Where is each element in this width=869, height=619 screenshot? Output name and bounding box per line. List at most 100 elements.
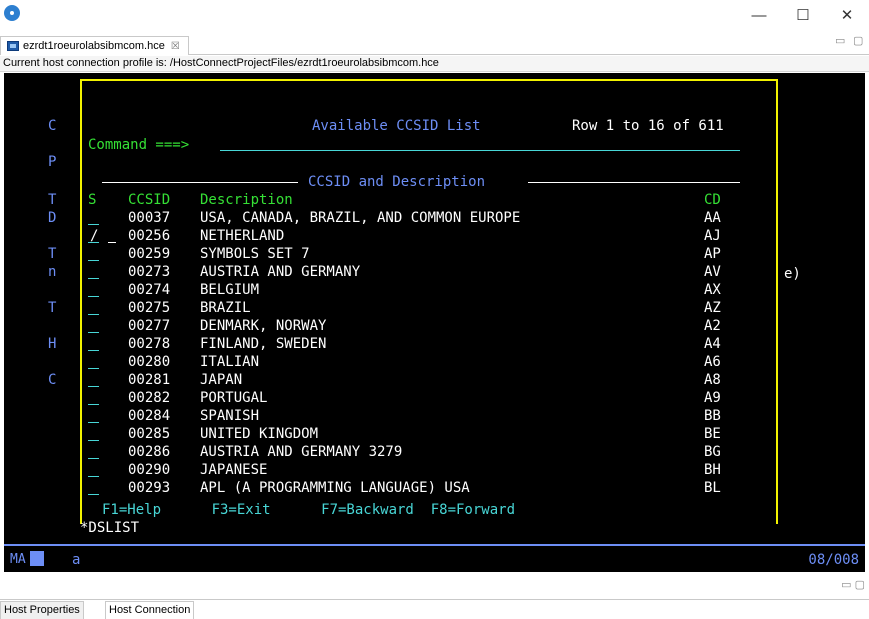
row-description: AUSTRIA AND GERMANY [200, 264, 361, 280]
row-select-field[interactable] [88, 440, 99, 441]
row-ccsid: 00259 [128, 246, 171, 262]
oia-input-indicator: a [72, 552, 81, 568]
row-select-field[interactable] [88, 260, 99, 261]
view-maximize-icon[interactable]: ▢ [853, 34, 863, 47]
minimize-button[interactable]: — [737, 0, 781, 31]
column-header-cd: CD [704, 192, 721, 208]
background-letter: P [48, 154, 57, 170]
row-ccsid: 00256 [128, 228, 171, 244]
terminal-file-icon [7, 41, 19, 51]
popup-frame-right [776, 79, 778, 524]
connection-profile-bar: Current host connection profile is: /Hos… [0, 56, 869, 72]
app-logo-icon [4, 5, 20, 21]
row-description: SPANISH [200, 408, 260, 424]
panel-title: Available CCSID List [312, 118, 481, 134]
row-select-mark: / [90, 228, 99, 244]
row-cd: BB [704, 408, 721, 424]
row-description: UNITED KINGDOM [200, 426, 319, 442]
row-cd: A4 [704, 336, 721, 352]
row-select-field[interactable] [88, 296, 99, 297]
function-keys: F1=Help F3=Exit F7=Backward F8=Forward [102, 502, 516, 518]
row-description: BRAZIL [200, 300, 251, 316]
row-select-field[interactable] [88, 368, 99, 369]
row-ccsid: 00278 [128, 336, 171, 352]
row-description: ITALIAN [200, 354, 260, 370]
row-cd: AZ [704, 300, 721, 316]
background-letter: C [48, 118, 57, 134]
tab-close-icon[interactable]: ☒ [171, 41, 180, 52]
row-select-field[interactable] [88, 332, 99, 333]
host-terminal-screen[interactable]: CPTDTnTHC e) Available CCSID List Row 1 … [4, 73, 865, 572]
row-cd: A9 [704, 390, 721, 406]
popup-frame-top [80, 79, 778, 81]
row-cd: BE [704, 426, 721, 442]
row-select-field[interactable] [88, 350, 99, 351]
row-description: JAPAN [200, 372, 243, 388]
row-description: FINLAND, SWEDEN [200, 336, 327, 352]
row-cd: AX [704, 282, 721, 298]
row-select-field[interactable] [88, 404, 99, 405]
row-description: JAPANESE [200, 462, 268, 478]
row-cd: A8 [704, 372, 721, 388]
row-select-field[interactable] [88, 386, 99, 387]
row-ccsid: 00290 [128, 462, 171, 478]
row-cd: BG [704, 444, 721, 460]
row-select-field[interactable] [88, 314, 99, 315]
window-title-bar: — ☐ ✕ [0, 0, 869, 31]
tab-host-properties[interactable]: Host Properties [0, 601, 84, 619]
background-letter: n [48, 264, 57, 280]
row-description: BELGIUM [200, 282, 260, 298]
terminal-cursor [108, 242, 116, 243]
row-select-field[interactable] [88, 494, 99, 495]
row-cd: BL [704, 480, 721, 496]
close-button[interactable]: ✕ [825, 0, 869, 31]
maximize-button[interactable]: ☐ [781, 0, 825, 31]
row-select-field[interactable] [88, 224, 99, 225]
row-ccsid: 00281 [128, 372, 171, 388]
row-ccsid: 00285 [128, 426, 171, 442]
tab-host-connection[interactable]: Host Connection [105, 601, 195, 619]
row-cd: A6 [704, 354, 721, 370]
section-rule-left [102, 182, 298, 183]
command-label: Command ===> [88, 137, 190, 153]
row-ccsid: 00275 [128, 300, 171, 316]
editor-tab[interactable]: ezrdt1roeurolabsibmcom.hce ☒ [0, 36, 189, 55]
row-ccsid: 00293 [128, 480, 171, 496]
row-cd: A2 [704, 318, 721, 334]
column-header-description: Description [200, 192, 293, 208]
row-info: Row 1 to 16 of 611 [572, 118, 724, 134]
row-ccsid: 00274 [128, 282, 171, 298]
row-description: SYMBOLS SET 7 [200, 246, 310, 262]
row-select-field[interactable] [88, 278, 99, 279]
editor-tab-label: ezrdt1roeurolabsibmcom.hce [23, 40, 165, 52]
dslist-label: *DSLIST [80, 520, 140, 536]
background-letter: C [48, 372, 57, 388]
row-ccsid: 00282 [128, 390, 171, 406]
row-ccsid: 00273 [128, 264, 171, 280]
row-ccsid: 00277 [128, 318, 171, 334]
oia-separator [4, 544, 865, 546]
editor-tab-row: ezrdt1roeurolabsibmcom.hce ☒ ▭ ▢ [0, 31, 869, 55]
row-ccsid: 00037 [128, 210, 171, 226]
command-input[interactable] [220, 150, 740, 151]
row-select-field[interactable] [88, 458, 99, 459]
row-description: APL (A PROGRAMMING LANGUAGE) USA [200, 480, 470, 496]
popup-frame-left [80, 79, 82, 524]
section-rule-right [528, 182, 740, 183]
row-ccsid: 00280 [128, 354, 171, 370]
background-panel-text: e) [784, 266, 801, 282]
background-letter: T [48, 300, 57, 316]
view-minimize-icon[interactable]: ▭ [835, 34, 845, 47]
row-description: AUSTRIA AND GERMANY 3279 [200, 444, 403, 460]
row-description: USA, CANADA, BRAZIL, AND COMMON EUROPE [200, 210, 521, 226]
row-select-field[interactable] [88, 476, 99, 477]
row-select-field[interactable] [88, 422, 99, 423]
bottom-panel-controls-icon[interactable]: ▭ ▢ [841, 578, 865, 591]
row-cd: AV [704, 264, 721, 280]
row-cd: AJ [704, 228, 721, 244]
background-letter: T [48, 192, 57, 208]
row-description: PORTUGAL [200, 390, 268, 406]
background-letter: T [48, 246, 57, 262]
row-cd: AP [704, 246, 721, 262]
row-ccsid: 00286 [128, 444, 171, 460]
